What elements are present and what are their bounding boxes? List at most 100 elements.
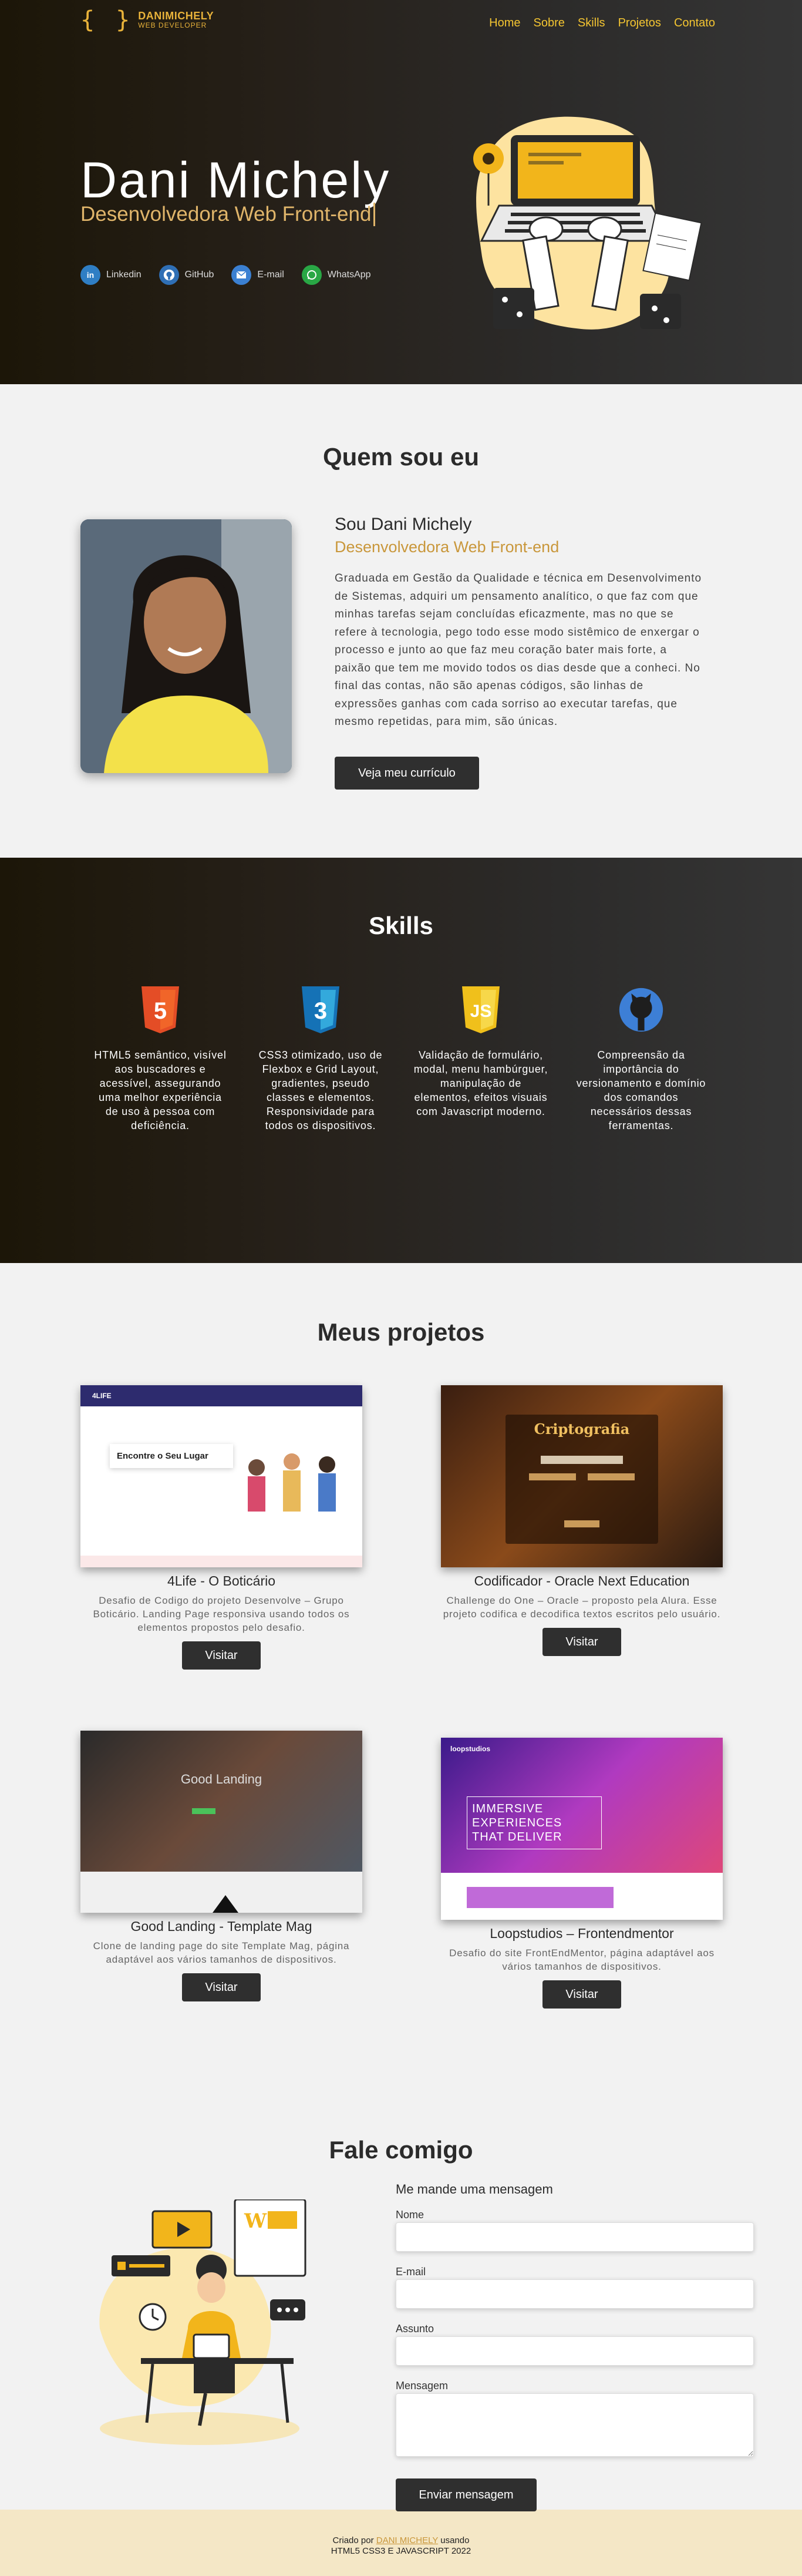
hero-illustration: [473, 116, 702, 330]
github-icon: [159, 265, 179, 285]
skills-section: Skills 5 HTML5 semântico, visível aos bu…: [0, 858, 802, 1263]
logo-text: DANIMICHELY WEB DEVELOPER: [138, 11, 214, 29]
about-title: Quem sou eu: [322, 443, 480, 471]
hero-role: Desenvolvedora Web Front-end: [80, 203, 376, 226]
projects-section: Meus projetos 4LIFE Encontre o Seu Lugar…: [0, 1263, 802, 2082]
project-card-codificador: Criptografia Codificador - Oracle Next E…: [441, 1385, 723, 1656]
skills-title: Skills: [369, 912, 433, 939]
footer-author-link[interactable]: DANI MICHELY: [376, 2535, 438, 2545]
social-label: Linkedin: [106, 270, 141, 280]
social-label: E-mail: [257, 270, 284, 280]
shot-heading: Encontre o Seu Lugar: [110, 1444, 233, 1468]
name-label: Nome: [396, 2209, 424, 2221]
name-field[interactable]: [396, 2222, 754, 2252]
github-icon: [618, 985, 664, 1035]
footer: Criado por DANI MICHELY usando HTML5 CSS…: [0, 2510, 802, 2576]
logo[interactable]: { } DANIMICHELY WEB DEVELOPER: [80, 8, 214, 32]
project-desc: Challenge do One – Oracle – proposto pel…: [443, 1595, 721, 1620]
email-field[interactable]: [396, 2279, 754, 2309]
contact-title: Fale comigo: [329, 2136, 473, 2164]
svg-text:W: W: [244, 2209, 267, 2233]
contact-section: Fale comigo W Me mande uma mensagem Nome…: [0, 2082, 802, 2511]
shot-brand: 4LIFE: [80, 1385, 362, 1406]
html5-icon: 5: [137, 985, 183, 1035]
project-title: Good Landing - Template Mag: [130, 1919, 312, 1934]
logo-subtitle: WEB DEVELOPER: [138, 21, 207, 30]
skill-text: HTML5 semântico, visível aos buscadores …: [94, 1049, 227, 1131]
visit-button[interactable]: Visitar: [542, 1980, 621, 2009]
hero-section: { } DANIMICHELY WEB DEVELOPER Home Sobre…: [0, 0, 802, 384]
javascript-icon: JS: [458, 985, 504, 1035]
about-name: Sou Dani Michely: [335, 515, 472, 534]
linkedin-icon: in: [80, 265, 100, 285]
social-link-whatsapp[interactable]: WhatsApp: [301, 265, 371, 285]
footer-tech: HTML5 CSS3 E JAVASCRIPT 2022: [331, 2546, 471, 2556]
social-link-github[interactable]: GitHub: [159, 265, 214, 285]
project-card-loopstudios: loopstudios IMMERSIVE EXPERIENCES THAT D…: [441, 1738, 723, 2009]
project-title: Codificador - Oracle Next Education: [474, 1573, 690, 1588]
skill-card-html: 5 HTML5 semântico, visível aos buscadore…: [93, 985, 228, 1133]
nav-link-contato[interactable]: Contato: [674, 16, 715, 30]
nav-link-home[interactable]: Home: [489, 16, 520, 30]
skill-text: Compreensão da importância do versioname…: [576, 1049, 706, 1131]
resume-button[interactable]: Veja meu currículo: [335, 757, 479, 790]
hero-name: Dani Michely: [80, 152, 391, 209]
social-label: WhatsApp: [327, 270, 371, 280]
top-nav: { } DANIMICHELY WEB DEVELOPER Home Sobre…: [0, 0, 802, 47]
project-title: Loopstudios – Frontendmentor: [490, 1926, 674, 1941]
visit-button[interactable]: Visitar: [182, 1641, 261, 1670]
subject-label: Assunto: [396, 2323, 434, 2335]
projects-title: Meus projetos: [317, 1318, 485, 1346]
skill-card-javascript: JS Validação de formulário, modal, menu …: [413, 985, 548, 1119]
subject-field[interactable]: [396, 2336, 754, 2366]
project-desc: Clone de landing page do site Template M…: [93, 1940, 350, 1965]
skill-text: Validação de formulário, modal, menu ham…: [413, 1049, 548, 1117]
footer-prefix: Criado por: [332, 2535, 374, 2545]
project-screenshot[interactable]: 4LIFE Encontre o Seu Lugar: [80, 1385, 362, 1567]
project-title: 4Life - O Boticário: [167, 1573, 276, 1588]
css3-icon: 3: [298, 985, 343, 1035]
shot-heading: Good Landing: [180, 1772, 262, 1786]
email-label: E-mail: [396, 2266, 426, 2278]
profile-photo: [80, 519, 292, 773]
svg-text:JS: JS: [470, 1002, 492, 1021]
nav-link-skills[interactable]: Skills: [578, 16, 605, 30]
nav-links: Home Sobre Skills Projetos Contato: [489, 16, 715, 30]
social-links: in Linkedin GitHub E-mail WhatsApp: [80, 265, 371, 285]
project-screenshot[interactable]: Criptografia: [441, 1385, 723, 1567]
visit-button[interactable]: Visitar: [542, 1628, 621, 1656]
project-screenshot[interactable]: loopstudios IMMERSIVE EXPERIENCES THAT D…: [441, 1738, 723, 1920]
footer-suffix: usando: [440, 2535, 470, 2545]
shot-heading: Criptografia: [534, 1420, 630, 1438]
visit-button[interactable]: Visitar: [182, 1973, 261, 2001]
shot-heading: IMMERSIVE EXPERIENCES THAT DELIVER: [467, 1796, 602, 1849]
svg-text:5: 5: [154, 998, 167, 1024]
about-section: Quem sou eu Sou Dani Michely Desenvolved…: [0, 384, 802, 858]
skill-card-css: 3 CSS3 otimizado, uso de Flexbox e Grid …: [253, 985, 388, 1133]
about-text: Graduada em Gestão da Qualidade e técnic…: [335, 572, 702, 728]
social-label: GitHub: [184, 270, 214, 280]
nav-link-projetos[interactable]: Projetos: [618, 16, 661, 30]
logo-name: DANIMICHELY: [138, 10, 214, 22]
send-message-button[interactable]: Enviar mensagem: [396, 2478, 537, 2511]
project-desc: Desafio do site FrontEndMentor, página a…: [449, 1947, 715, 1972]
skill-text: CSS3 otimizado, uso de Flexbox e Grid La…: [258, 1049, 383, 1131]
social-link-linkedin[interactable]: in Linkedin: [80, 265, 141, 285]
message-label: Mensagem: [396, 2380, 449, 2392]
project-card-good-landing: Good Landing Good Landing - Template Mag…: [80, 1731, 362, 2001]
project-card-4life: 4LIFE Encontre o Seu Lugar 4Life - O Bot…: [80, 1385, 362, 1670]
nav-link-sobre[interactable]: Sobre: [534, 16, 565, 30]
project-screenshot[interactable]: Good Landing: [80, 1731, 362, 1913]
logo-braces-icon: { }: [80, 6, 134, 33]
about-role: Desenvolvedora Web Front-end: [335, 538, 560, 556]
skill-card-github: Compreensão da importância do versioname…: [574, 985, 709, 1133]
message-field[interactable]: [396, 2393, 754, 2457]
svg-text:3: 3: [314, 998, 327, 1024]
form-title: Me mande uma mensagem: [396, 2182, 553, 2197]
contact-form: Me mande uma mensagem Nome E-mail Assunt…: [396, 2182, 754, 2511]
shot-brand: loopstudios: [450, 1745, 490, 1753]
contact-illustration: W: [99, 2199, 306, 2445]
project-desc: Desafio de Codigo do projeto Desenvolve …: [93, 1595, 350, 1633]
whatsapp-icon: [301, 265, 322, 285]
social-link-email[interactable]: E-mail: [231, 265, 284, 285]
